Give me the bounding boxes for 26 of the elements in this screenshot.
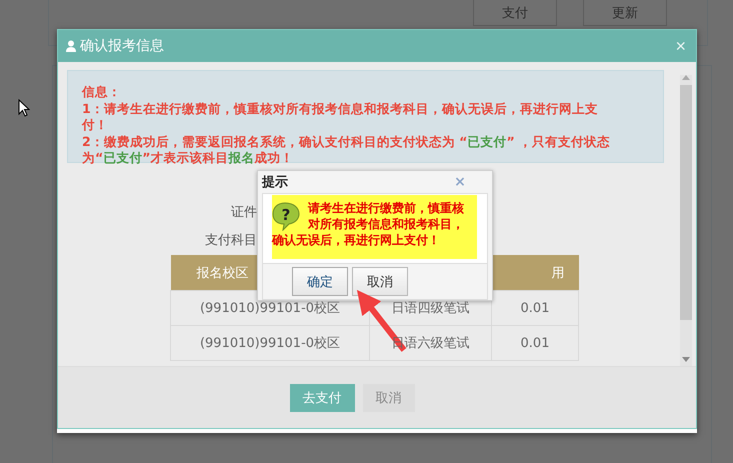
warning-message: ? 请考生在进行缴费前，慎重核对所有报考信息和报考科目，确认无误后，再进行网上支付！ [272, 195, 477, 259]
table-cell: (991010)99101-0校区 [200, 336, 340, 351]
dialog-title: 确认报考信息 [80, 37, 164, 55]
scroll-down-icon[interactable] [682, 357, 690, 362]
table-cell: 日语四级笔试 [392, 301, 470, 316]
cancel-button[interactable]: 取消 [352, 267, 408, 296]
pay-button[interactable]: 去支付 [290, 384, 354, 412]
background-button[interactable]: 支付 [473, 0, 557, 26]
table-cell: 0.01 [520, 300, 550, 316]
scrollbar[interactable] [680, 75, 692, 366]
column-header: 用 [492, 255, 578, 290]
user-icon [66, 40, 76, 52]
prompt-title: 提示 [262, 174, 288, 191]
table-cell: (991010)99101-0校区 [200, 301, 340, 316]
mouse-cursor-icon [18, 99, 30, 117]
field-label: 支付科目 [204, 232, 257, 249]
background-button[interactable]: 更新 [583, 0, 667, 26]
table-cell: 0.01 [520, 336, 550, 350]
question-icon: ? [272, 202, 300, 231]
close-button[interactable]: × [675, 36, 686, 56]
info-notice: 信息： 1：请考生在进行缴费前，慎重核对所有报考信息和报考科目，确认无误后，再进行网上支付！ 2：缴费成功后，需要返回报名系统，确认支付科目的支付状态为 “已支付” ，只有支付状态为“已支付”才表示该科目报名成功！ [67, 70, 664, 163]
cancel-button[interactable]: 取消 [362, 384, 414, 412]
close-button[interactable]: × [432, 168, 488, 196]
scroll-up-icon[interactable] [682, 75, 690, 80]
confirm-button[interactable]: 确定 [292, 267, 348, 296]
field-label: 证件 [230, 204, 257, 221]
